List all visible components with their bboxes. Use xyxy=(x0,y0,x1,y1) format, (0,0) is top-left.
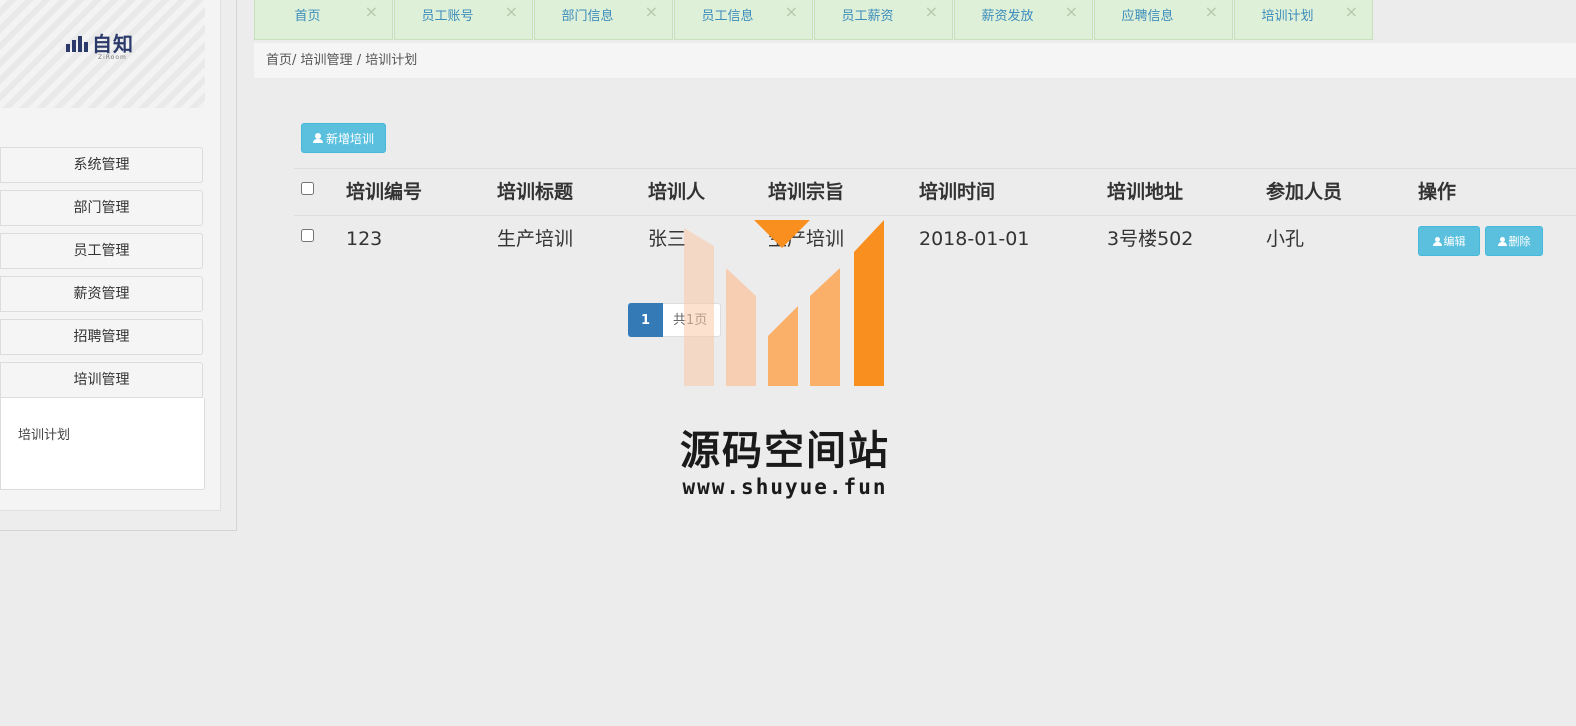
header-participants: 参加人员 xyxy=(1266,181,1343,203)
tab-bar: 首页 × 员工账号 × 部门信息 × 员工信息 × 员工薪资 × 薪资发放 × … xyxy=(254,0,1374,40)
header-address: 培训地址 xyxy=(1107,181,1184,203)
user-icon xyxy=(312,133,323,143)
close-icon[interactable]: × xyxy=(925,2,938,21)
tab-label: 首页 xyxy=(294,9,321,24)
tab-label: 员工账号 xyxy=(421,9,474,24)
cell-time: 2018-01-01 xyxy=(919,228,1030,250)
breadcrumb-home[interactable]: 首页/ xyxy=(266,53,296,68)
user-icon xyxy=(1432,236,1442,246)
breadcrumb: 首页/ 培训管理 / 培训计划 xyxy=(254,43,1576,78)
submenu-item-training-plan[interactable]: 培训计划 xyxy=(1,424,204,443)
menu-item-recruitment[interactable]: 招聘管理 xyxy=(0,319,203,355)
pagination: 1 共1页 xyxy=(628,303,721,337)
header-time: 培训时间 xyxy=(919,181,996,203)
select-all-checkbox[interactable] xyxy=(301,182,314,195)
tab-label: 培训计划 xyxy=(1261,9,1314,24)
tab-training-plan[interactable]: 培训计划 × xyxy=(1234,0,1373,40)
tab-employee-info[interactable]: 员工信息 × xyxy=(674,0,813,40)
cell-training-title: 生产培训 xyxy=(497,228,574,250)
wm-bar-4 xyxy=(810,268,840,386)
tab-employee-account[interactable]: 员工账号 × xyxy=(394,0,533,40)
wm-bar-2 xyxy=(726,268,756,386)
user-icon xyxy=(1497,236,1507,246)
tab-label: 应聘信息 xyxy=(1121,9,1174,24)
logo-subtext: ZiRoom xyxy=(98,54,127,61)
training-table: 培训编号 培训标题 培训人 培训宗旨 培训时间 培训地址 参加人员 操作 123… xyxy=(294,168,1576,262)
breadcrumb-current: 培训计划 xyxy=(365,53,418,68)
close-icon[interactable]: × xyxy=(1205,2,1218,21)
cell-participants: 小孔 xyxy=(1266,228,1305,250)
tab-department-info[interactable]: 部门信息 × xyxy=(534,0,673,40)
logo-text: 自知 xyxy=(92,32,134,56)
delete-label: 删除 xyxy=(1508,235,1531,248)
logo-area: 自知 ZiRoom xyxy=(0,0,205,108)
breadcrumb-separator: / xyxy=(356,53,362,68)
cell-training-id: 123 xyxy=(346,228,383,250)
cell-address: 3号楼502 xyxy=(1107,228,1194,250)
tab-label: 员工薪资 xyxy=(841,9,894,24)
breadcrumb-section[interactable]: 培训管理 xyxy=(301,53,353,68)
wm-bar-3 xyxy=(768,306,798,386)
header-actions: 操作 xyxy=(1418,181,1457,203)
tab-applicant-info[interactable]: 应聘信息 × xyxy=(1094,0,1233,40)
close-icon[interactable]: × xyxy=(1065,2,1078,21)
add-training-label: 新增培训 xyxy=(325,131,374,146)
header-trainer: 培训人 xyxy=(648,181,706,203)
tab-label: 部门信息 xyxy=(561,9,614,24)
close-icon[interactable]: × xyxy=(365,2,378,21)
sidebar-menu: 系统管理 部门管理 员工管理 薪资管理 招聘管理 培训管理 培训计划 xyxy=(0,147,205,490)
header-purpose: 培训宗旨 xyxy=(768,181,845,203)
sidebar-panel: 自知 ZiRoom 系统管理 部门管理 员工管理 薪资管理 招聘管理 培训管理 … xyxy=(0,0,221,511)
tab-label: 薪资发放 xyxy=(981,9,1034,24)
header-training-id: 培训编号 xyxy=(346,181,423,203)
tab-employee-salary[interactable]: 员工薪资 × xyxy=(814,0,953,40)
logo: 自知 xyxy=(66,34,134,54)
close-icon[interactable]: × xyxy=(645,2,658,21)
add-training-button[interactable]: 新增培训 xyxy=(301,123,386,153)
header-training-title: 培训标题 xyxy=(497,181,574,203)
edit-button[interactable]: 编辑 xyxy=(1418,226,1480,256)
tab-label: 员工信息 xyxy=(701,9,754,24)
delete-button[interactable]: 删除 xyxy=(1485,226,1543,256)
table-row: 123 生产培训 张三 生产培训 2018-01-01 3号楼502 小孔 编辑… xyxy=(294,215,1576,262)
watermark-title: 源码空间站 xyxy=(680,428,890,474)
close-icon[interactable]: × xyxy=(785,2,798,21)
menu-item-training[interactable]: 培训管理 xyxy=(0,362,203,398)
sidebar: 自知 ZiRoom 系统管理 部门管理 员工管理 薪资管理 招聘管理 培训管理 … xyxy=(0,0,237,531)
cell-trainer: 张三 xyxy=(648,228,687,250)
tab-home[interactable]: 首页 × xyxy=(254,0,393,40)
tab-salary-payment[interactable]: 薪资发放 × xyxy=(954,0,1093,40)
cell-purpose: 生产培训 xyxy=(768,228,845,250)
menu-item-department[interactable]: 部门管理 xyxy=(0,190,203,226)
menu-item-salary[interactable]: 薪资管理 xyxy=(0,276,203,312)
watermark-url: www.shuyue.fun xyxy=(682,475,888,499)
close-icon[interactable]: × xyxy=(1345,2,1358,21)
page-total-text: 共1页 xyxy=(663,303,721,337)
menu-item-employee[interactable]: 员工管理 xyxy=(0,233,203,269)
edit-label: 编辑 xyxy=(1443,235,1466,248)
menu-item-system[interactable]: 系统管理 xyxy=(0,147,203,183)
table-header-row: 培训编号 培训标题 培训人 培训宗旨 培训时间 培训地址 参加人员 操作 xyxy=(294,168,1576,215)
training-submenu: 培训计划 xyxy=(0,398,205,490)
close-icon[interactable]: × xyxy=(505,2,518,21)
page-1-button[interactable]: 1 xyxy=(628,303,663,337)
logo-bars-icon xyxy=(66,36,88,52)
row-checkbox[interactable] xyxy=(301,229,314,242)
